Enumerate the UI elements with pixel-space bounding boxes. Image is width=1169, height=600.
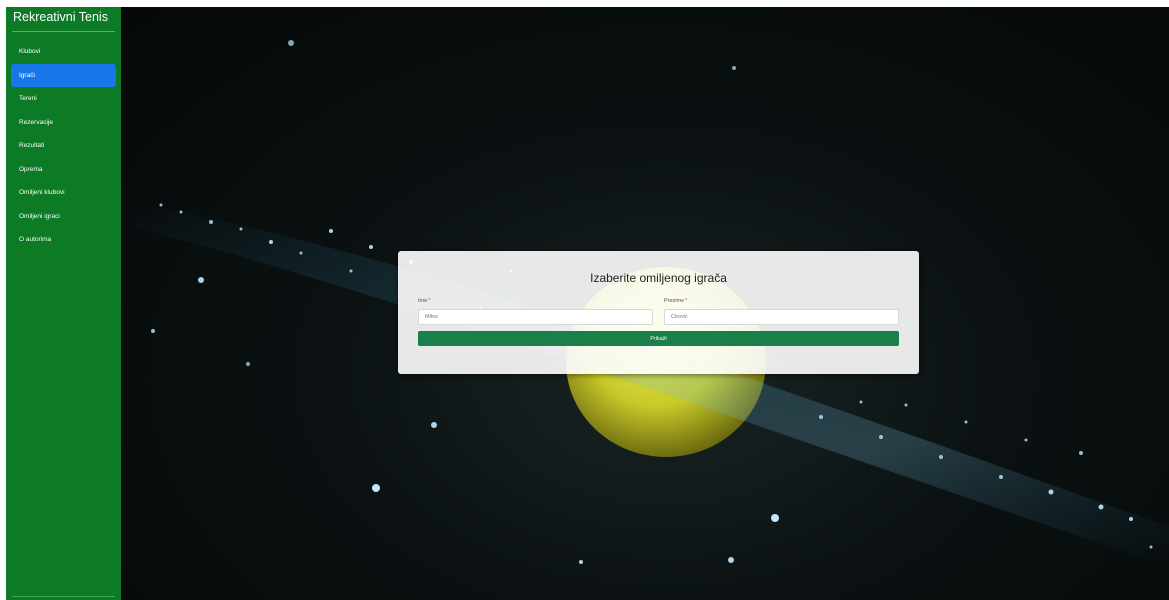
sidebar-item-omiljeni-igraci[interactable]: Omiljeni igraci — [11, 205, 116, 229]
sidebar-nav: Klubovi Igrači Tereni Rezervacije Rezult… — [11, 40, 116, 252]
sidebar-item-tereni[interactable]: Tereni — [11, 87, 116, 111]
favorite-player-form: Izaberite omiljenog igrača Ime* Prezime*… — [398, 251, 919, 374]
sidebar-item-igraci[interactable]: Igrači — [11, 63, 116, 87]
last-name-required-mark: * — [685, 298, 688, 304]
sidebar-item-oprema[interactable]: Oprema — [11, 158, 116, 182]
last-name-label: Prezime* — [664, 298, 687, 304]
sidebar-item-rezultati[interactable]: Rezultati — [11, 134, 116, 158]
sidebar-bottom-divider — [12, 596, 115, 597]
last-name-label-text: Prezime — [664, 298, 685, 304]
sidebar-item-rezervacije[interactable]: Rezervacije — [11, 111, 116, 135]
sidebar-item-o-autorima[interactable]: O autorima — [11, 228, 116, 252]
first-name-label-text: Ime — [418, 298, 428, 304]
sidebar: Rekreativni Tenis Klubovi Igrači Tereni … — [6, 7, 121, 600]
app-window: Rekreativni Tenis Klubovi Igrači Tereni … — [6, 7, 1169, 600]
first-name-input[interactable] — [418, 309, 653, 325]
sidebar-item-omiljeni-klubovi[interactable]: Omiljeni klubovi — [11, 181, 116, 205]
first-name-label: Ime* — [418, 298, 430, 304]
brand-divider — [12, 31, 115, 32]
first-name-required-mark: * — [428, 298, 431, 304]
last-name-input[interactable] — [664, 309, 899, 325]
show-button[interactable]: Prikaži — [418, 331, 899, 346]
brand-title[interactable]: Rekreativni Tenis — [13, 10, 108, 24]
sidebar-item-klubovi[interactable]: Klubovi — [11, 40, 116, 64]
form-title: Izaberite omiljenog igrača — [590, 271, 727, 285]
